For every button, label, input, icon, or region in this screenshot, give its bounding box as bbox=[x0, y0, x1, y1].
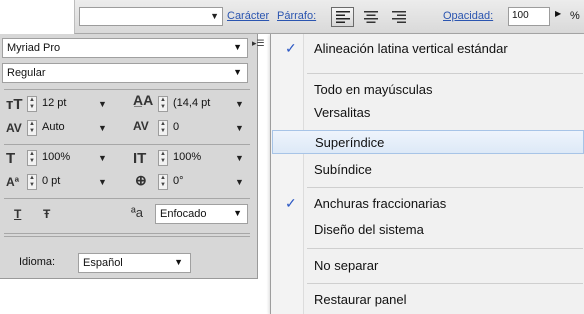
kerning-value[interactable]: Auto bbox=[42, 121, 65, 133]
kerning-spinner[interactable]: ▲ ▼ bbox=[27, 120, 37, 136]
align-left-icon bbox=[336, 11, 350, 23]
language-value: Español bbox=[83, 257, 123, 269]
percent-sign: % bbox=[570, 10, 580, 22]
divider bbox=[4, 144, 250, 145]
chevron-down-icon: ▼ bbox=[233, 42, 242, 52]
options-bar: ▼ Carácter Párrafo: Opacidad: 100 ▶ % bbox=[74, 0, 584, 34]
underline-button[interactable]: T bbox=[14, 207, 21, 221]
tracking-value[interactable]: 0 bbox=[173, 121, 179, 133]
menu-separator bbox=[307, 248, 583, 249]
menu-item-small-caps[interactable]: Versalitas bbox=[272, 101, 584, 125]
menu-item-label: Alineación latina vertical estándar bbox=[314, 41, 508, 56]
baseline-shift-spinner[interactable]: ▲ ▼ bbox=[27, 174, 37, 190]
horizontal-scale-value[interactable]: 100% bbox=[173, 151, 201, 163]
chevron-down-icon: ▼ bbox=[174, 257, 183, 267]
font-combo[interactable]: ▼ bbox=[79, 7, 223, 26]
horizontal-scale-icon: IT bbox=[133, 150, 147, 167]
font-style-select[interactable]: Regular ▼ bbox=[2, 63, 248, 83]
align-center-button[interactable] bbox=[359, 7, 382, 27]
panel-menu-icon[interactable]: ▸☰ bbox=[252, 38, 265, 49]
menu-separator bbox=[307, 187, 583, 188]
tracking-spinner[interactable]: ▲ ▼ bbox=[158, 120, 168, 136]
menu-item-label: Subíndice bbox=[314, 162, 372, 177]
language-select[interactable]: Español ▼ bbox=[78, 253, 191, 273]
rotation-spinner[interactable]: ▲ ▼ bbox=[158, 174, 168, 190]
font-family-select[interactable]: Myriad Pro ▼ bbox=[2, 38, 248, 58]
horizontal-scale-spinner[interactable]: ▲ ▼ bbox=[158, 150, 168, 166]
font-size-icon: ᴛT bbox=[6, 96, 23, 113]
vertical-scale-spinner[interactable]: ▲ ▼ bbox=[27, 150, 37, 166]
align-right-icon bbox=[392, 11, 406, 23]
divider bbox=[4, 198, 250, 199]
chevron-down-icon[interactable]: ▼ bbox=[98, 123, 107, 133]
checkmark-icon: ✓ bbox=[285, 40, 297, 56]
opacity-input[interactable]: 100 bbox=[508, 7, 550, 26]
chevron-down-icon: ▼ bbox=[233, 67, 242, 77]
align-center-icon bbox=[364, 11, 378, 23]
align-left-button[interactable] bbox=[331, 7, 354, 27]
tracking-icon: AV bbox=[133, 119, 149, 133]
menu-item-label: No separar bbox=[314, 258, 379, 273]
chevron-down-icon[interactable]: ▼ bbox=[235, 123, 244, 133]
menu-item-label: Diseño del sistema bbox=[314, 222, 424, 237]
paragraph-link[interactable]: Párrafo: bbox=[277, 10, 316, 22]
character-panel: Myriad Pro ▼ Regular ▼ ᴛT ▲ ▼ 12 pt ▼ A̲A… bbox=[0, 34, 258, 279]
chevron-down-icon[interactable]: ▼ bbox=[98, 153, 107, 163]
chevron-down-icon[interactable]: ▼ bbox=[98, 177, 107, 187]
kerning-icon: AV bbox=[6, 121, 22, 135]
baseline-shift-icon: Aª bbox=[6, 175, 20, 189]
opacity-arrow-icon[interactable]: ▶ bbox=[555, 9, 561, 18]
rotation-value[interactable]: 0° bbox=[173, 175, 184, 187]
menu-item-label: Superíndice bbox=[315, 135, 385, 150]
antialias-select[interactable]: Enfocado ▼ bbox=[155, 204, 248, 224]
antialias-value: Enfocado bbox=[160, 208, 207, 220]
character-link[interactable]: Carácter bbox=[227, 10, 269, 22]
rotation-icon: ⊕ bbox=[135, 172, 147, 188]
divider bbox=[4, 89, 250, 90]
font-size-spinner[interactable]: ▲ ▼ bbox=[27, 96, 37, 112]
divider bbox=[4, 233, 250, 234]
align-right-button[interactable] bbox=[387, 7, 410, 27]
antialias-icon: ªa bbox=[131, 205, 144, 220]
opacity-link[interactable]: Opacidad: bbox=[443, 10, 493, 22]
chevron-down-icon: ▼ bbox=[210, 11, 219, 21]
chevron-down-icon[interactable]: ▼ bbox=[235, 177, 244, 187]
font-size-value[interactable]: 12 pt bbox=[42, 97, 66, 109]
menu-item-reset-panel[interactable]: Restaurar panel bbox=[272, 288, 584, 312]
menu-separator bbox=[307, 283, 583, 284]
baseline-shift-value[interactable]: 0 pt bbox=[42, 175, 60, 187]
menu-item-system-layout[interactable]: Diseño del sistema bbox=[272, 218, 584, 242]
chevron-down-icon[interactable]: ▼ bbox=[235, 153, 244, 163]
leading-value[interactable]: (14,4 pt bbox=[173, 97, 210, 109]
menu-item-vertical-roman-alignment[interactable]: ✓ Alineación latina vertical estándar bbox=[272, 37, 584, 61]
menu-item-no-break[interactable]: No separar bbox=[272, 254, 584, 278]
menu-item-superscript[interactable]: Superíndice bbox=[272, 130, 584, 154]
leading-icon: A̲A bbox=[133, 92, 154, 108]
vertical-scale-value[interactable]: 100% bbox=[42, 151, 70, 163]
font-style-value: Regular bbox=[7, 67, 46, 79]
checkmark-icon: ✓ bbox=[285, 195, 297, 211]
leading-spinner[interactable]: ▲ ▼ bbox=[158, 96, 168, 112]
divider bbox=[4, 236, 250, 237]
chevron-down-icon[interactable]: ▼ bbox=[98, 99, 107, 109]
menu-item-label: Anchuras fraccionarias bbox=[314, 196, 447, 211]
menu-item-label: Todo en mayúsculas bbox=[314, 82, 433, 97]
menu-item-label: Versalitas bbox=[314, 105, 371, 120]
menu-separator bbox=[307, 73, 583, 74]
menu-item-fractional-widths[interactable]: ✓ Anchuras fraccionarias bbox=[272, 192, 584, 216]
vertical-scale-icon: T bbox=[6, 150, 16, 167]
chevron-down-icon[interactable]: ▼ bbox=[235, 99, 244, 109]
menu-item-subscript[interactable]: Subíndice bbox=[272, 158, 584, 182]
panel-flyout-menu: ✓ Alineación latina vertical estándar To… bbox=[270, 34, 584, 314]
chevron-down-icon: ▼ bbox=[233, 208, 242, 218]
strikethrough-button[interactable]: Ŧ bbox=[43, 207, 50, 221]
menu-item-all-caps[interactable]: Todo en mayúsculas bbox=[272, 78, 584, 102]
menu-item-label: Restaurar panel bbox=[314, 292, 407, 307]
font-family-value: Myriad Pro bbox=[7, 42, 61, 54]
language-label: Idioma: bbox=[19, 256, 56, 268]
